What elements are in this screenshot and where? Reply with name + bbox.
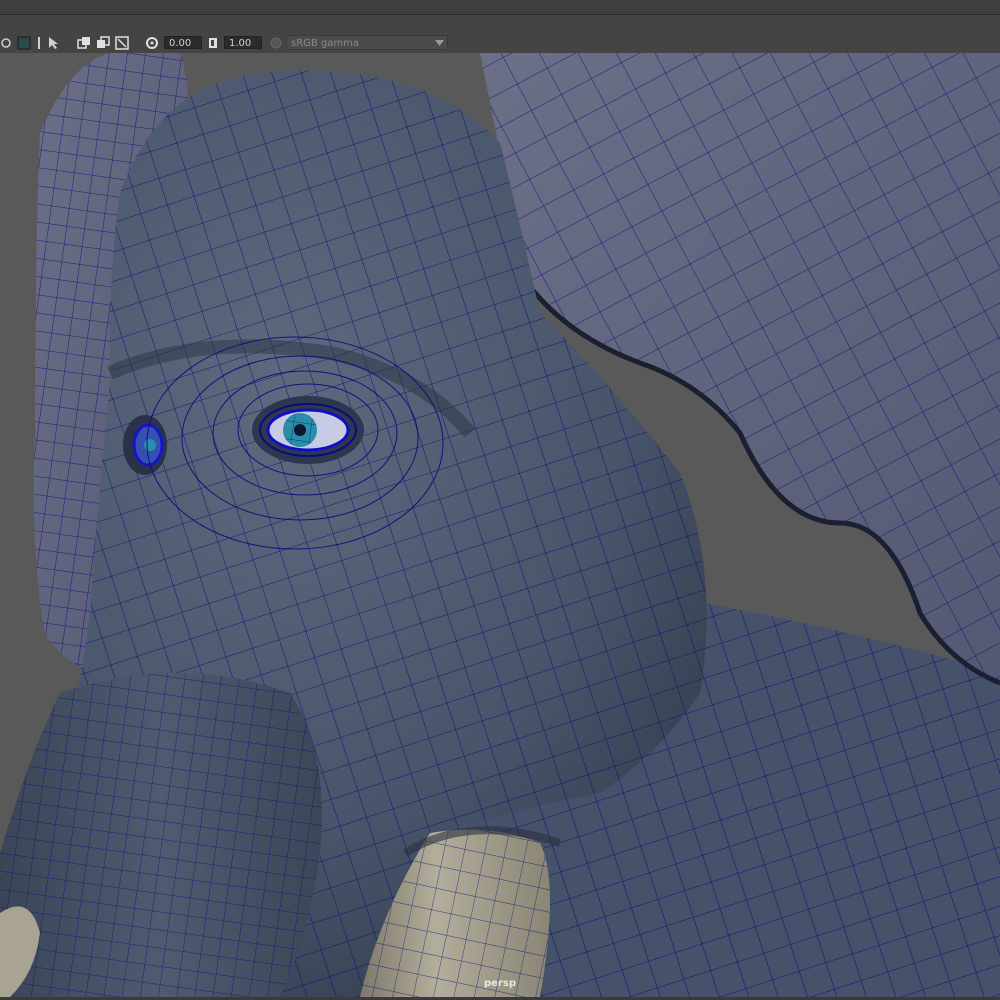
- cursor-select-icon[interactable]: [46, 35, 62, 51]
- toolbar-spacer: [0, 15, 1000, 33]
- elephant-model-render: [0, 53, 1000, 997]
- gamma-field[interactable]: 1.00: [224, 36, 262, 49]
- exposure-field[interactable]: 0.00: [164, 36, 202, 49]
- paste-icon[interactable]: [95, 35, 111, 51]
- camera-label: persp: [484, 978, 516, 989]
- gamma-icon[interactable]: [206, 35, 220, 51]
- menu-bar-strip: [0, 0, 1000, 15]
- color-management-icon[interactable]: [268, 35, 284, 51]
- grid-icon[interactable]: [16, 35, 32, 51]
- resize-icon[interactable]: [114, 35, 130, 51]
- ring-icon[interactable]: [0, 35, 12, 51]
- exposure-icon[interactable]: [144, 35, 160, 51]
- 3d-viewport[interactable]: [0, 53, 1000, 997]
- copy-icon[interactable]: [76, 35, 92, 51]
- chevron-down-icon: [435, 40, 444, 46]
- far-eye: [123, 415, 167, 475]
- color-space-dropdown[interactable]: sRGB gamma: [286, 35, 448, 50]
- near-eye: [252, 396, 364, 464]
- viewport-toolbar: [0, 33, 1000, 54]
- split-icon[interactable]: [34, 35, 44, 51]
- color-space-value: sRGB gamma: [291, 38, 360, 49]
